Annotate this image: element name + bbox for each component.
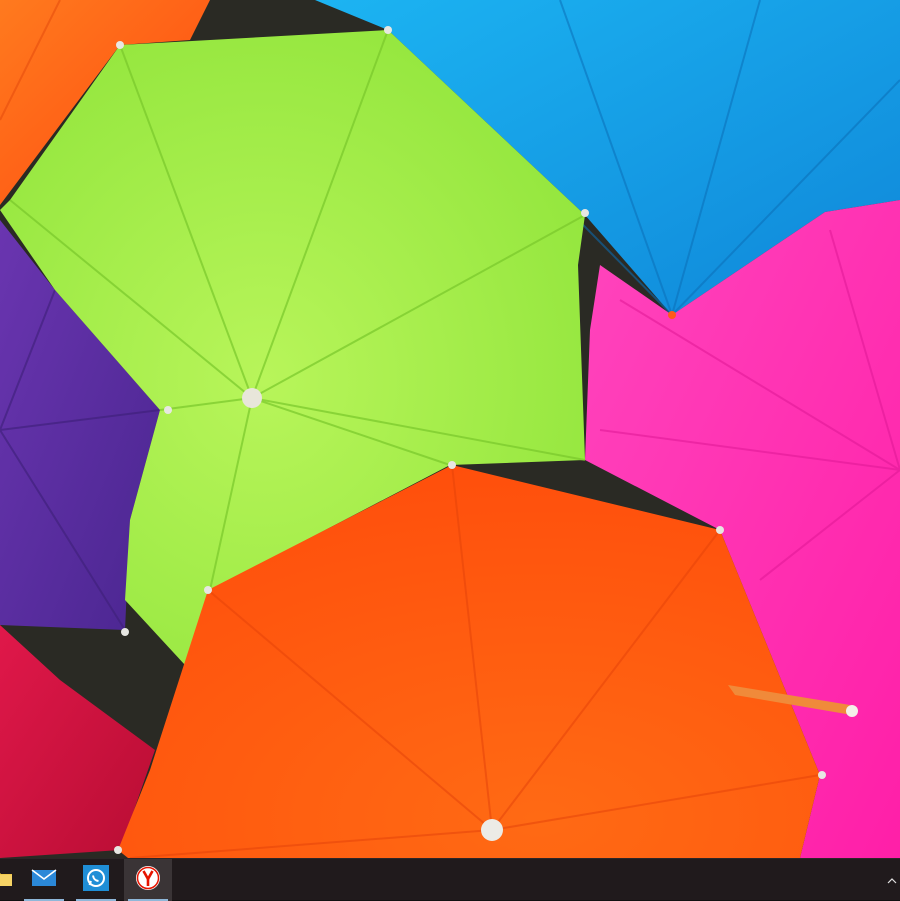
desktop[interactable] [0,0,900,858]
taskbar-yandex-browser[interactable] [124,859,172,901]
folder-icon [0,869,13,891]
chevron-up-icon [887,874,897,887]
yandex-browser-icon [135,865,161,895]
taskbar-whatsapp[interactable] [72,859,120,901]
show-hidden-icons-button[interactable] [884,859,900,901]
mail-icon [31,868,57,892]
taskbar-mail[interactable] [20,859,68,901]
taskbar [0,858,900,901]
whatsapp-icon [83,865,109,895]
desktop-wallpaper [0,0,900,858]
